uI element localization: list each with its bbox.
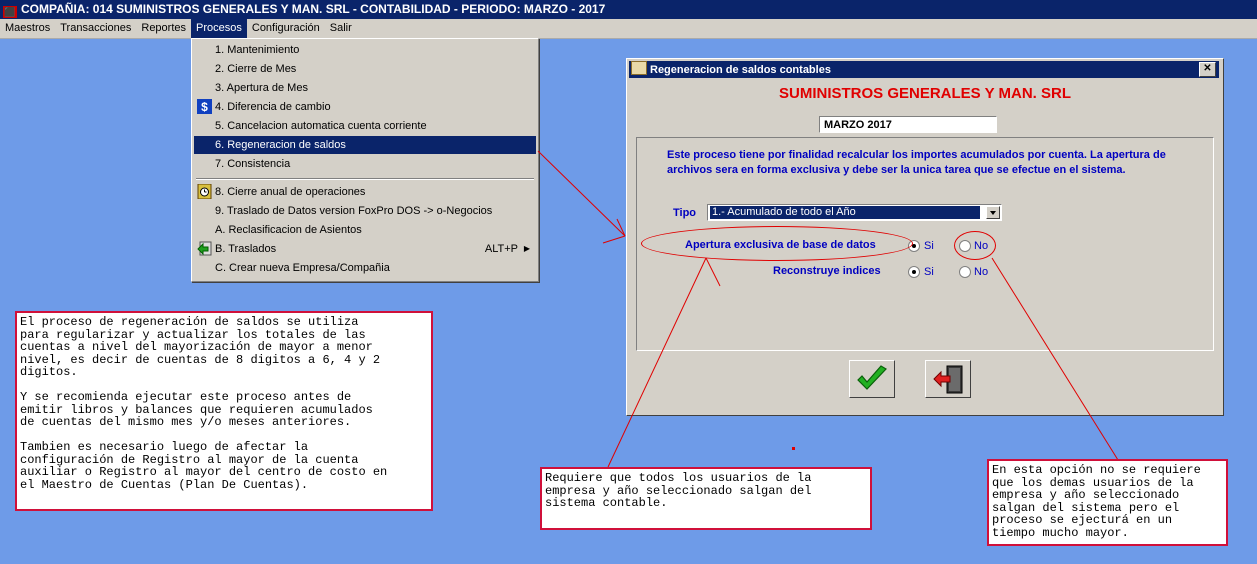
note-exclusive-access: Requiere que todos los usuarios de la em… <box>540 467 872 530</box>
note-non-exclusive: En esta opción no se requiere que los de… <box>987 459 1228 546</box>
note-regeneracion-explanation: El proceso de regeneración de saldos se … <box>15 311 433 511</box>
